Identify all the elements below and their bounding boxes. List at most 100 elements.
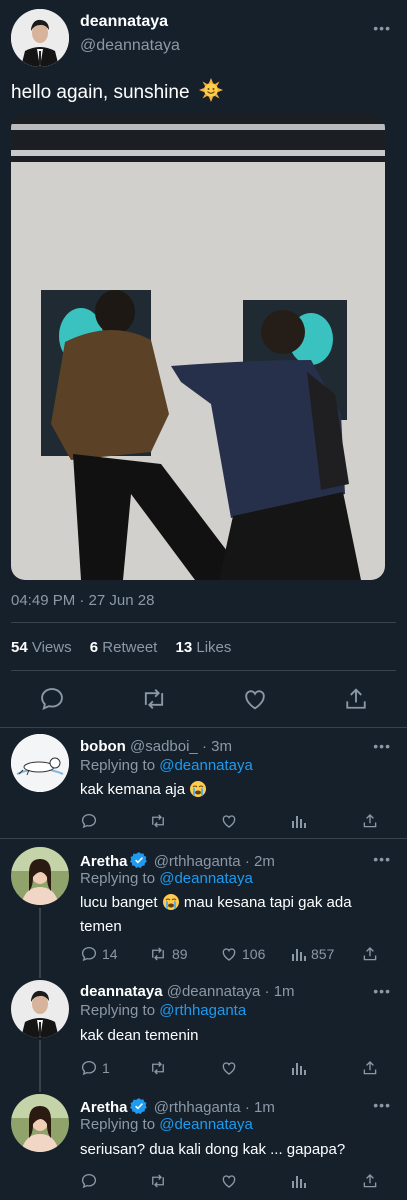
reply-text-part-c: temen xyxy=(80,918,122,935)
more-icon[interactable]: ••• xyxy=(373,983,391,999)
author-handle[interactable]: @sadboi_ xyxy=(130,738,198,755)
retweet-icon[interactable] xyxy=(148,810,172,832)
retweet-icon[interactable] xyxy=(148,1170,172,1192)
views-icon[interactable]: 857 xyxy=(291,943,334,965)
author-name[interactable]: Aretha xyxy=(80,853,128,870)
share-icon[interactable] xyxy=(342,685,370,713)
views-label: Views xyxy=(31,639,72,656)
views-stat[interactable]: 54 Views xyxy=(11,639,72,656)
likes-stat[interactable]: 13 Likes xyxy=(176,639,232,656)
reply-tweet[interactable]: Aretha @rthhaganta · 1m ••• Replying to … xyxy=(0,1085,407,1200)
share-icon[interactable] xyxy=(361,1057,379,1079)
retweets-stat[interactable]: 6 Retweet xyxy=(90,639,158,656)
retweet-count: 89 xyxy=(172,946,188,962)
author-handle[interactable]: @rthhaganta xyxy=(154,1099,241,1116)
reply-text-content: seriusan? dua kali dong kak ... gapapa? xyxy=(80,1141,346,1158)
likes-label: Likes xyxy=(196,639,232,656)
reply-text: kak dean temenin xyxy=(80,1026,380,1046)
avatar[interactable] xyxy=(11,980,69,1038)
views-icon[interactable] xyxy=(291,1057,311,1079)
reply-time[interactable]: · 1m xyxy=(265,983,295,1000)
avatar[interactable] xyxy=(11,734,69,792)
replying-to-handle[interactable]: @deannataya xyxy=(159,870,253,887)
like-icon[interactable] xyxy=(220,1170,242,1192)
reply-time[interactable]: · 1m xyxy=(245,1099,275,1116)
reply-count: 14 xyxy=(102,946,118,962)
reply-icon[interactable] xyxy=(38,685,66,713)
reply-time[interactable]: · 3m xyxy=(202,738,232,755)
retweets-label: Retweet xyxy=(102,639,158,656)
crying-emoji xyxy=(162,893,180,917)
replying-to-handle[interactable]: @deannataya xyxy=(159,1116,253,1133)
tweet-text: hello again, sunshine xyxy=(11,78,223,108)
replying-prefix: Replying to xyxy=(80,1116,156,1133)
replying-to-handle[interactable]: @rthhaganta xyxy=(159,1002,246,1019)
replying-prefix: Replying to xyxy=(80,870,156,887)
replying-to: Replying to @deannataya xyxy=(80,1116,253,1133)
more-icon[interactable]: ••• xyxy=(373,20,391,36)
avatar[interactable] xyxy=(11,1094,69,1152)
reply-icon[interactable]: 1 xyxy=(80,1057,110,1079)
views-icon[interactable] xyxy=(291,1170,311,1192)
reply-text-content: kak kemana aja xyxy=(80,781,186,798)
tweet-text-content: hello again, sunshine xyxy=(11,82,190,104)
replying-to: Replying to @deannataya xyxy=(80,870,253,887)
author-handle[interactable]: @deannataya xyxy=(167,983,261,1000)
reply-action-bar xyxy=(80,1170,390,1194)
divider xyxy=(11,670,396,671)
reply-text: seriusan? dua kali dong kak ... gapapa? xyxy=(80,1140,380,1160)
replying-prefix: Replying to xyxy=(80,1002,156,1019)
retweets-count: 6 xyxy=(89,639,99,656)
reply-action-bar: 1 xyxy=(80,1057,390,1081)
replying-prefix: Replying to xyxy=(80,757,156,774)
reply-action-bar: 14 89 106 857 xyxy=(80,943,390,967)
sun-emoji xyxy=(198,78,223,108)
tweet-photo[interactable] xyxy=(11,114,385,580)
views-count: 857 xyxy=(311,946,335,962)
author-name[interactable]: deannataya xyxy=(80,13,168,31)
author-name[interactable]: bobon xyxy=(80,738,126,755)
more-icon[interactable]: ••• xyxy=(373,738,391,754)
avatar[interactable] xyxy=(11,847,69,905)
replying-to-handle[interactable]: @deannataya xyxy=(159,757,253,774)
replying-to: Replying to @deannataya xyxy=(80,757,253,774)
reply-text: lucu banget mau kesana tapi gak ada teme… xyxy=(80,893,380,937)
reply-header: bobon @sadboi_ · 3m xyxy=(80,738,232,755)
reply-time[interactable]: · 2m xyxy=(245,853,275,870)
like-icon[interactable] xyxy=(220,810,242,832)
reply-text-part-a: lucu banget xyxy=(80,894,158,911)
reply-icon[interactable] xyxy=(80,810,102,832)
like-icon[interactable] xyxy=(220,1057,242,1079)
avatar[interactable] xyxy=(11,9,69,67)
author-name[interactable]: Aretha xyxy=(80,1099,128,1116)
likes-count: 13 xyxy=(175,639,193,656)
like-icon[interactable]: 106 xyxy=(220,943,265,965)
author-name[interactable]: deannataya xyxy=(80,983,163,1000)
reply-icon[interactable]: 14 xyxy=(80,943,118,965)
reply-text: kak kemana aja xyxy=(80,780,380,804)
more-icon[interactable]: ••• xyxy=(373,1097,391,1113)
like-count: 106 xyxy=(242,946,266,962)
views-count: 54 xyxy=(11,639,28,656)
retweet-icon[interactable]: 89 xyxy=(148,943,188,965)
tweet-stats: 54 Views 6 Retweet 13 Likes xyxy=(11,639,245,656)
more-icon[interactable]: ••• xyxy=(373,851,391,867)
share-icon[interactable] xyxy=(361,810,379,832)
reply-tweet[interactable]: Aretha @rthhaganta · 2m ••• Replying to … xyxy=(0,839,407,975)
retweet-icon[interactable] xyxy=(148,1057,172,1079)
views-icon[interactable] xyxy=(291,810,311,832)
main-action-bar xyxy=(0,685,407,715)
reply-text-content: kak dean temenin xyxy=(80,1027,199,1044)
reply-count: 1 xyxy=(102,1060,110,1076)
reply-icon[interactable] xyxy=(80,1170,102,1192)
reply-tweet[interactable]: deannataya @deannataya · 1m ••• Replying… xyxy=(0,975,407,1085)
author-handle[interactable]: @deannataya xyxy=(80,37,180,55)
retweet-icon[interactable] xyxy=(140,685,168,713)
tweet-timestamp[interactable]: 04:49 PM · 27 Jun 28 xyxy=(11,592,154,609)
share-icon[interactable] xyxy=(361,943,379,965)
like-icon[interactable] xyxy=(241,685,269,713)
reply-tweet[interactable]: bobon @sadboi_ · 3m ••• Replying to @dea… xyxy=(0,728,407,838)
crying-emoji xyxy=(189,780,207,804)
author-handle[interactable]: @rthhaganta xyxy=(154,853,241,870)
share-icon[interactable] xyxy=(361,1170,379,1192)
